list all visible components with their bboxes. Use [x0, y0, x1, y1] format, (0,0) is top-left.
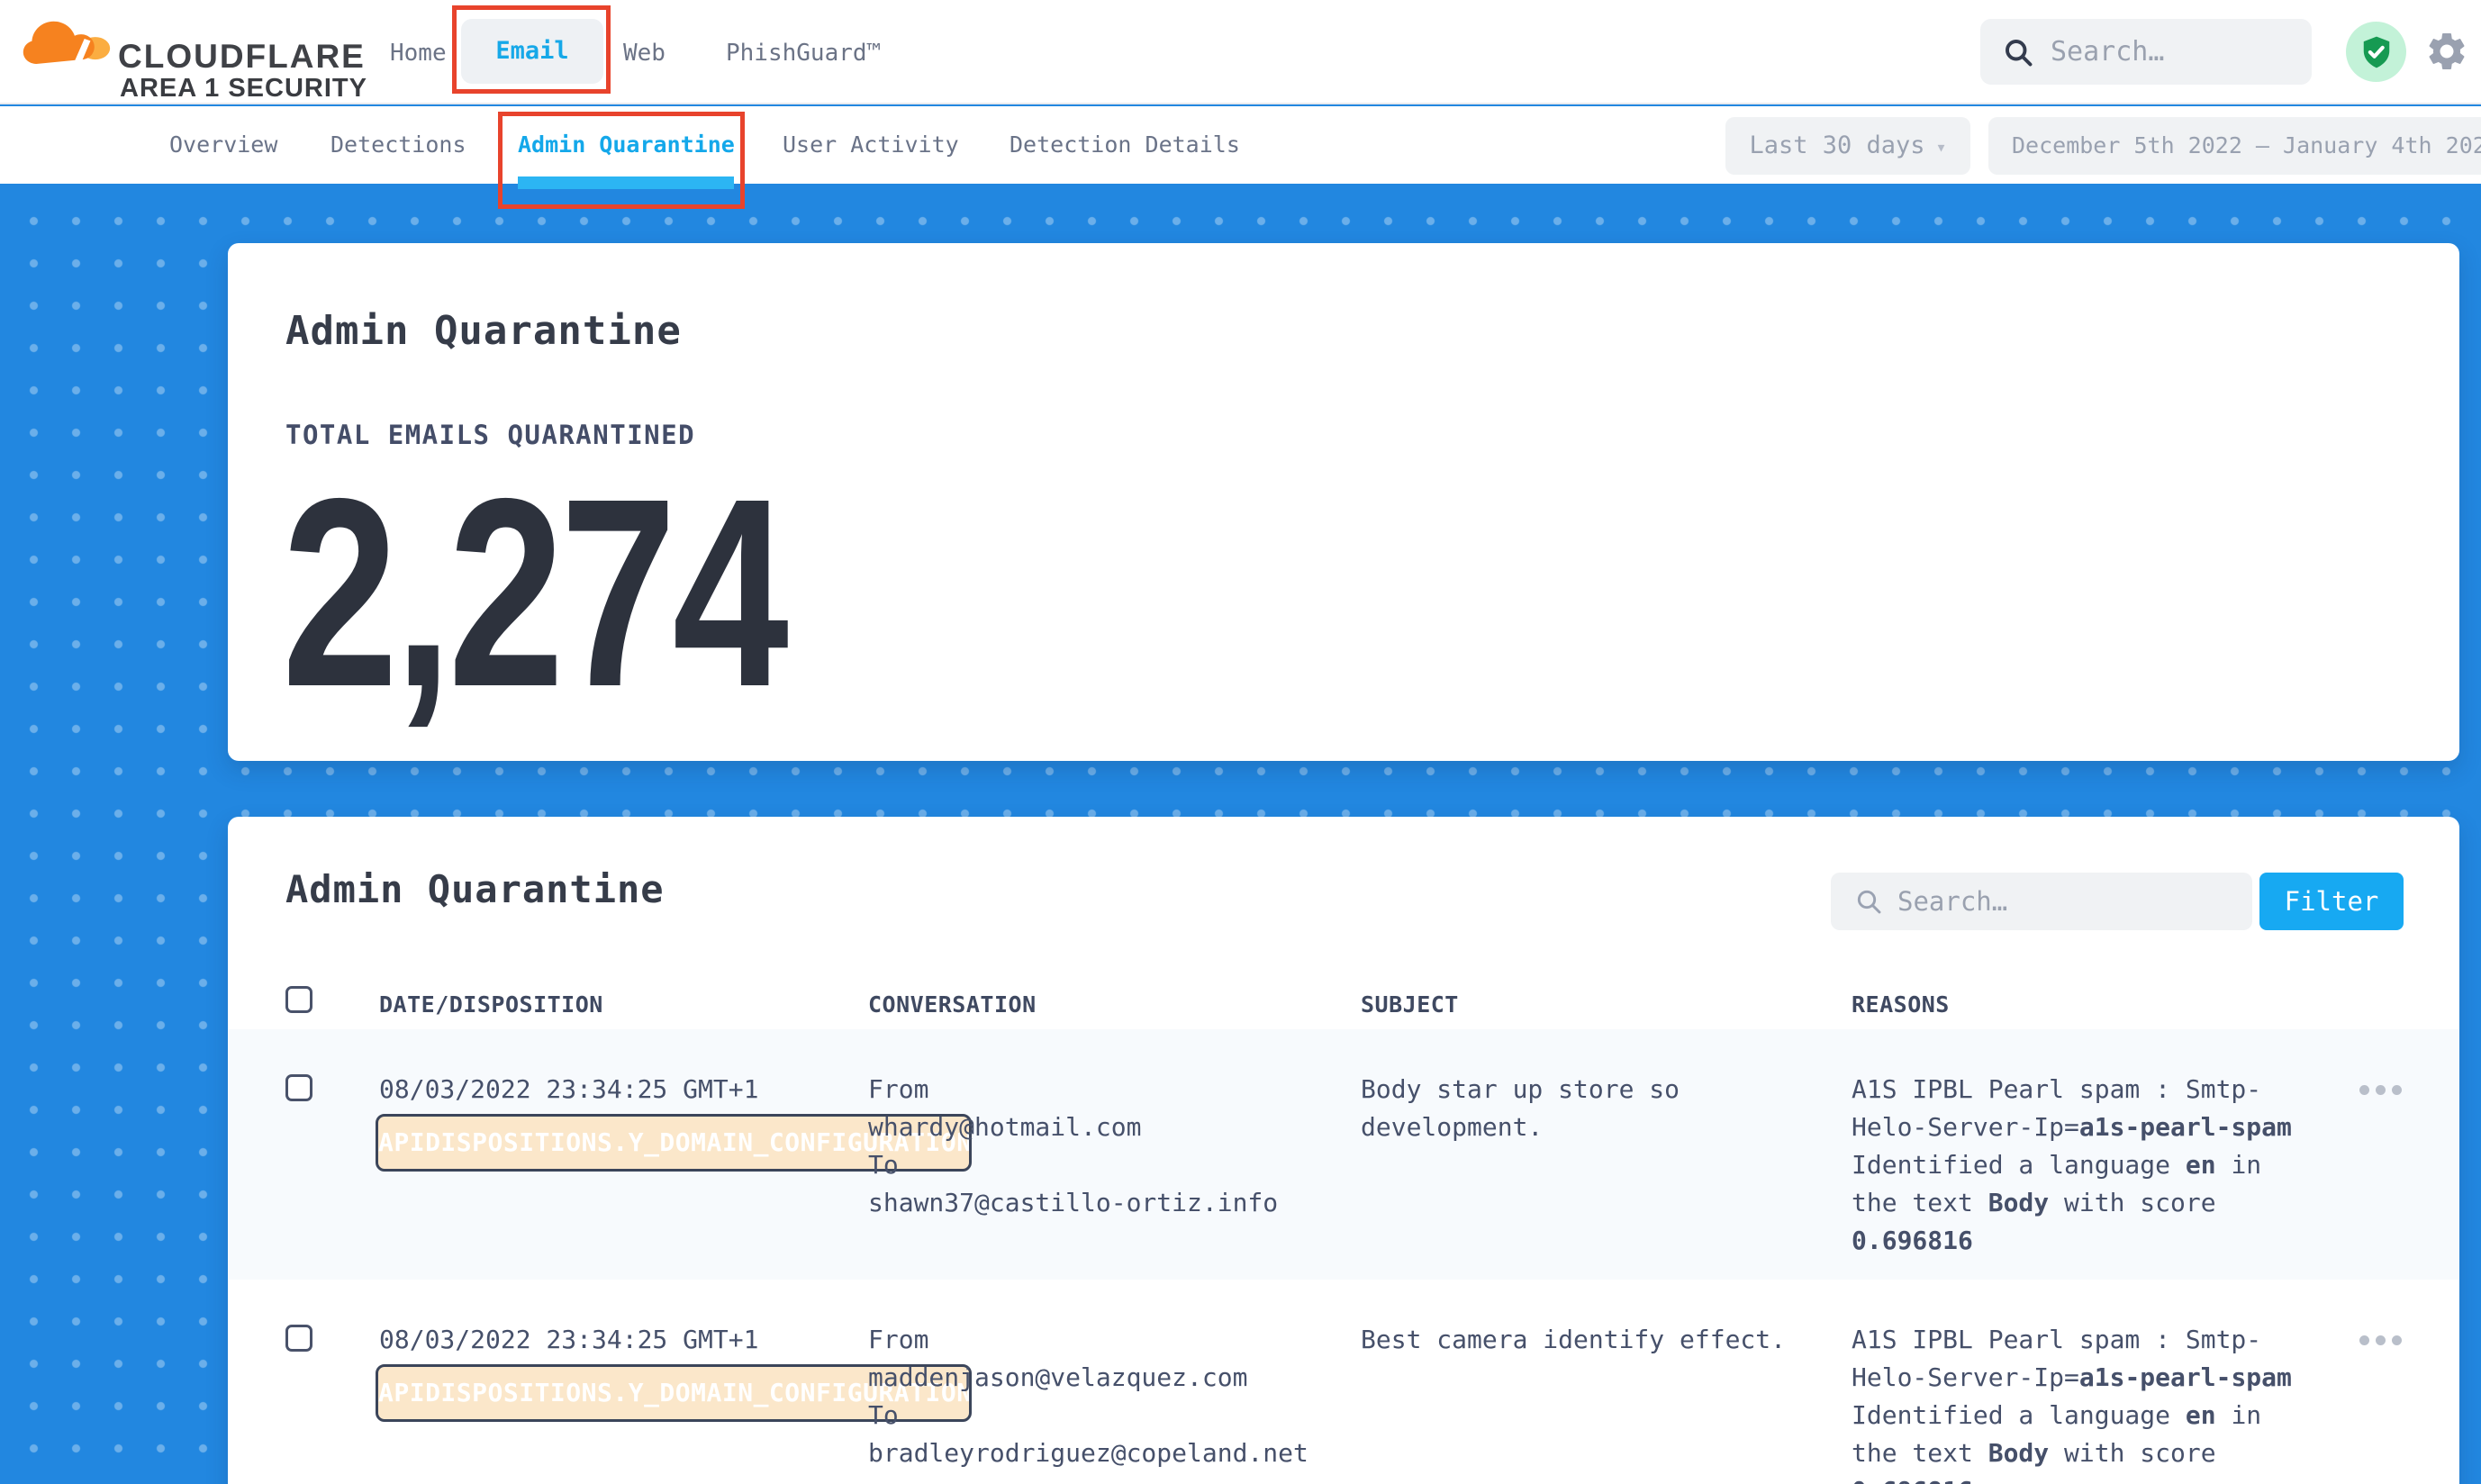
filter-button[interactable]: Filter	[2259, 873, 2404, 930]
from-label: From	[868, 1071, 1361, 1108]
col-header-date: DATE/DISPOSITION	[379, 977, 868, 1029]
ellipsis-icon[interactable]	[2359, 1085, 2402, 1095]
account-status-button[interactable]	[2346, 22, 2406, 82]
top-header: CLOUDFLARE AREA 1 SECURITY Home Email We…	[0, 0, 2481, 104]
from-address: whardy@hotmail.com	[868, 1108, 1361, 1146]
global-search[interactable]	[1980, 19, 2312, 85]
row-reasons: A1S IPBL Pearl spam : Smtp-Helo-Server-I…	[1852, 1071, 2302, 1260]
to-label: To	[868, 1397, 1361, 1434]
brand-name: CLOUDFLARE	[118, 38, 366, 76]
annotation-box-admin-quarantine	[498, 112, 745, 209]
row-conversation: From maddenjason@velazquez.com To bradle…	[868, 1321, 1361, 1484]
row-subject: Body star up store so development.	[1361, 1071, 1793, 1146]
col-header-subject: SUBJECT	[1361, 977, 1852, 1029]
col-header-reasons: REASONS	[1852, 977, 2313, 1029]
time-range-label: Last 30 days	[1749, 131, 1924, 159]
global-search-input[interactable]	[2051, 36, 2276, 68]
time-range-dropdown[interactable]: Last 30 days ▾	[1725, 117, 1970, 175]
quarantine-table: DATE/DISPOSITION CONVERSATION SUBJECT RE…	[228, 977, 2459, 1484]
metric-value: 2,274	[282, 459, 784, 728]
to-label: To	[868, 1146, 1361, 1184]
select-all-checkbox[interactable]	[285, 986, 312, 1013]
brand-subtitle: AREA 1 SECURITY	[120, 74, 367, 104]
ellipsis-icon[interactable]	[2359, 1335, 2402, 1345]
row-date: 08/03/2022 23:34:25 GMT+1	[379, 1071, 868, 1280]
search-icon	[2002, 36, 2034, 68]
annotation-box-email	[452, 5, 611, 94]
row-checkbox[interactable]	[285, 1325, 312, 1352]
gear-icon[interactable]	[2424, 29, 2469, 74]
quarantine-card-title: Admin Quarantine	[285, 867, 665, 911]
from-label: From	[868, 1321, 1361, 1359]
tab-detection-details[interactable]: Detection Details	[1010, 131, 1240, 158]
tab-detections[interactable]: Detections	[330, 131, 466, 158]
quarantine-card: Admin Quarantine Filter DATE/DISPOSITION…	[228, 817, 2459, 1484]
topnav-phishguard[interactable]: PhishGuard™	[726, 40, 881, 67]
tab-user-activity[interactable]: User Activity	[783, 131, 959, 158]
caret-down-icon: ▾	[1936, 136, 1947, 158]
from-address: maddenjason@velazquez.com	[868, 1359, 1361, 1397]
topnav-home[interactable]: Home	[390, 40, 447, 67]
tab-overview[interactable]: Overview	[169, 131, 277, 158]
topnav-web[interactable]: Web	[623, 40, 666, 67]
area1-dashboard: { "brand": { "name": "CLOUDFLARE", "sub"…	[0, 0, 2481, 1484]
shield-check-icon	[2359, 35, 2394, 69]
table-row: APIDISPOSITIONS.Y_DOMAIN_CONFIGURATION 0…	[228, 1029, 2459, 1280]
to-address: shawn37@castillo-ortiz.info	[868, 1184, 1361, 1222]
row-conversation: From whardy@hotmail.com To shawn37@casti…	[868, 1071, 1361, 1280]
col-header-conversation: CONVERSATION	[868, 977, 1361, 1029]
to-address: bradleyrodriguez@copeland.net	[868, 1434, 1361, 1472]
row-subject: Best camera identify effect.	[1361, 1321, 1793, 1359]
table-row: APIDISPOSITIONS.Y_DOMAIN_CONFIGURATION 0…	[228, 1280, 2459, 1484]
summary-card: Admin Quarantine TOTAL EMAILS QUARANTINE…	[228, 243, 2459, 761]
summary-card-title: Admin Quarantine	[285, 308, 682, 354]
row-reasons: A1S IPBL Pearl spam : Smtp-Helo-Server-I…	[1852, 1321, 2302, 1484]
table-search-input[interactable]	[1897, 886, 2195, 917]
cloudflare-logo-icon	[18, 7, 113, 70]
table-header-row: DATE/DISPOSITION CONVERSATION SUBJECT RE…	[228, 977, 2459, 1029]
date-range-picker[interactable]: December 5th 2022 — January 4th 2023	[1988, 117, 2481, 175]
search-icon	[1854, 887, 1883, 916]
row-checkbox[interactable]	[285, 1074, 312, 1101]
table-search[interactable]	[1831, 873, 2252, 930]
